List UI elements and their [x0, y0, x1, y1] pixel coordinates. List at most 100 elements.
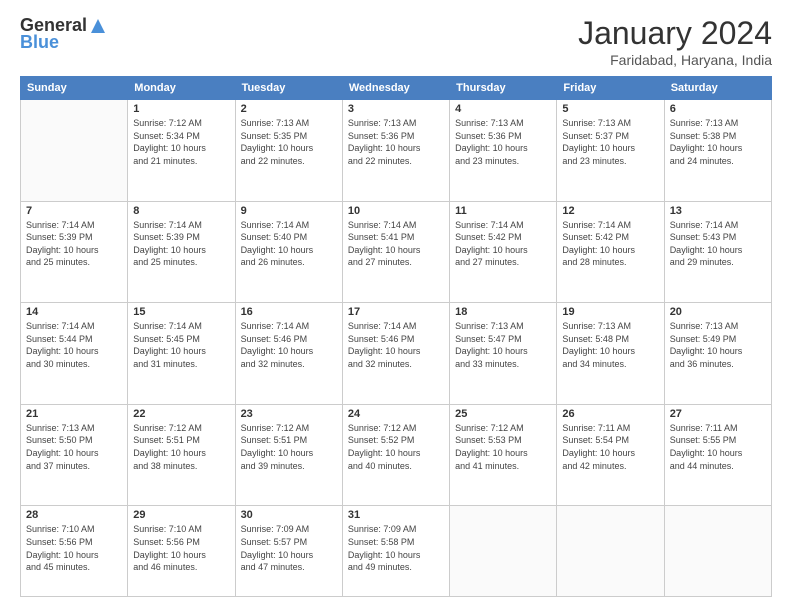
day-info: Sunrise: 7:13 AM Sunset: 5:38 PM Daylight:… — [670, 117, 766, 167]
day-number: 11 — [455, 205, 551, 217]
table-row: 16 Sunrise: 7:14 AMSunset: 5:46 PMDayligh… — [235, 303, 342, 405]
sunset-text: Sunset: 5:44 PM — [26, 334, 93, 344]
day-number: 5 — [562, 103, 658, 115]
day-info: Sunrise: 7:09 AMSunset: 5:57 PMDaylight:… — [241, 523, 337, 573]
logo: General Blue — [20, 15, 107, 53]
day-info: Sunrise: 7:12 AM Sunset: 5:34 PM Daylight:… — [133, 117, 229, 167]
table-row: 25Sunrise: 7:12 AMSunset: 5:53 PMDayligh… — [450, 404, 557, 506]
day-info: Sunrise: 7:14 AMSunset: 5:46 PMDaylight:… — [241, 320, 337, 370]
day-info: Sunrise: 7:13 AMSunset: 5:37 PMDaylight:… — [562, 117, 658, 167]
day-info: Sunrise: 7:14 AMSunset: 5:42 PMDaylight:… — [455, 219, 551, 269]
sunrise-text: Sunrise: 7:12 AM — [133, 423, 202, 433]
daylight-text-cont: and 21 minutes. — [133, 156, 197, 166]
day-info: Sunrise: 7:13 AMSunset: 5:47 PMDaylight:… — [455, 320, 551, 370]
daylight-text-cont: and 23 minutes. — [455, 156, 519, 166]
daylight-text-cont: and 46 minutes. — [133, 562, 197, 572]
day-number: 21 — [26, 408, 122, 420]
table-row: 5 Sunrise: 7:13 AMSunset: 5:37 PMDaylight… — [557, 100, 664, 202]
table-row: 30Sunrise: 7:09 AMSunset: 5:57 PMDayligh… — [235, 506, 342, 597]
daylight-text: Daylight: 10 hours — [455, 245, 528, 255]
table-row: 12Sunrise: 7:14 AMSunset: 5:42 PMDayligh… — [557, 201, 664, 303]
sunrise-text: Sunrise: 7:14 AM — [670, 220, 739, 230]
daylight-text-cont: and 32 minutes. — [348, 359, 412, 369]
daylight-text-cont: and 45 minutes. — [26, 562, 90, 572]
daylight-text: Daylight: 10 hours — [348, 245, 421, 255]
daylight-text: Daylight: 10 hours — [670, 448, 743, 458]
day-number: 14 — [26, 306, 122, 318]
day-number: 27 — [670, 408, 766, 420]
table-row: 1Sunrise: 7:12 AMSunset: 5:34 PMDaylight… — [128, 100, 235, 202]
daylight-text-cont: and 25 minutes. — [26, 257, 90, 267]
table-row: 6Sunrise: 7:13 AMSunset: 5:38 PMDaylight… — [664, 100, 771, 202]
table-row: 18 Sunrise: 7:13 AMSunset: 5:47 PMDayligh… — [450, 303, 557, 405]
sunrise-text: Sunrise: 7:12 AM — [348, 423, 417, 433]
sunset-text: Sunset: 5:51 PM — [241, 435, 308, 445]
daylight-text-cont: and 36 minutes. — [670, 359, 734, 369]
sunset-text: Sunset: 5:34 PM — [133, 131, 200, 141]
sunset-text: Sunset: 5:53 PM — [455, 435, 522, 445]
daylight-text-cont: and 41 minutes. — [455, 461, 519, 471]
day-info: Sunrise: 7:11 AMSunset: 5:55 PMDaylight:… — [670, 422, 766, 472]
sunrise-text: Sunrise: 7:12 AM — [133, 118, 202, 128]
table-row — [21, 100, 128, 202]
daylight-text-cont: and 31 minutes. — [133, 359, 197, 369]
logo-icon — [89, 17, 107, 35]
table-row: 21Sunrise: 7:13 AMSunset: 5:50 PMDayligh… — [21, 404, 128, 506]
sunset-text: Sunset: 5:56 PM — [26, 537, 93, 547]
day-number: 10 — [348, 205, 444, 217]
sunset-text: Sunset: 5:50 PM — [26, 435, 93, 445]
sunrise-text: Sunrise: 7:14 AM — [455, 220, 524, 230]
day-number: 20 — [670, 306, 766, 318]
daylight-text: Daylight: 10 hours — [133, 143, 206, 153]
daylight-text-cont: and 49 minutes. — [348, 562, 412, 572]
header-friday: Friday — [557, 77, 664, 100]
day-number: 3 — [348, 103, 444, 115]
table-row — [450, 506, 557, 597]
daylight-text: Daylight: 10 hours — [348, 448, 421, 458]
table-row: 23Sunrise: 7:12 AMSunset: 5:51 PMDayligh… — [235, 404, 342, 506]
table-row — [664, 506, 771, 597]
daylight-text-cont: and 28 minutes. — [562, 257, 626, 267]
day-info: Sunrise: 7:12 AMSunset: 5:53 PMDaylight:… — [455, 422, 551, 472]
sunset-text: Sunset: 5:40 PM — [241, 232, 308, 242]
table-row: 4Sunrise: 7:13 AMSunset: 5:36 PMDaylight… — [450, 100, 557, 202]
calendar-table: Sunday Monday Tuesday Wednesday Thursday… — [20, 76, 772, 597]
sunset-text: Sunset: 5:39 PM — [26, 232, 93, 242]
day-number: 29 — [133, 509, 229, 521]
sunset-text: Sunset: 5:38 PM — [670, 131, 737, 141]
day-number: 12 — [562, 205, 658, 217]
sunrise-text: Sunrise: 7:13 AM — [562, 118, 631, 128]
day-number: 23 — [241, 408, 337, 420]
sunrise-text: Sunrise: 7:10 AM — [133, 524, 202, 534]
page: General Blue January 2024 Faridabad, Har… — [0, 0, 792, 612]
day-number: 16 — [241, 306, 337, 318]
day-info: Sunrise: 7:11 AMSunset: 5:54 PMDaylight:… — [562, 422, 658, 472]
sunrise-text: Sunrise: 7:13 AM — [670, 118, 739, 128]
daylight-text-cont: and 30 minutes. — [26, 359, 90, 369]
sunrise-text: Sunrise: 7:13 AM — [26, 423, 95, 433]
sunset-text: Sunset: 5:35 PM — [241, 131, 308, 141]
header-wednesday: Wednesday — [342, 77, 449, 100]
table-row: 20Sunrise: 7:13 AMSunset: 5:49 PMDayligh… — [664, 303, 771, 405]
daylight-text: Daylight: 10 hours — [670, 143, 743, 153]
table-row: 9Sunrise: 7:14 AMSunset: 5:40 PMDaylight… — [235, 201, 342, 303]
daylight-text: Daylight: 10 hours — [562, 346, 635, 356]
day-info: Sunrise: 7:09 AMSunset: 5:58 PMDaylight:… — [348, 523, 444, 573]
daylight-text: Daylight: 10 hours — [26, 346, 99, 356]
daylight-text: Daylight: 10 hours — [133, 245, 206, 255]
sunset-text: Sunset: 5:56 PM — [133, 537, 200, 547]
sunset-text: Sunset: 5:48 PM — [562, 334, 629, 344]
sunset-text: Sunset: 5:57 PM — [241, 537, 308, 547]
day-number: 2 — [241, 103, 337, 115]
sunrise-text: Sunrise: 7:09 AM — [241, 524, 310, 534]
sunset-text: Sunset: 5:55 PM — [670, 435, 737, 445]
header-saturday: Saturday — [664, 77, 771, 100]
sunrise-text: Sunrise: 7:14 AM — [26, 220, 95, 230]
day-number: 18 — [455, 306, 551, 318]
table-row: 3Sunrise: 7:13 AMSunset: 5:36 PMDaylight… — [342, 100, 449, 202]
sunrise-text: Sunrise: 7:14 AM — [241, 321, 310, 331]
sunrise-text: Sunrise: 7:14 AM — [241, 220, 310, 230]
sunset-text: Sunset: 5:36 PM — [348, 131, 415, 141]
daylight-text-cont: and 38 minutes. — [133, 461, 197, 471]
header: General Blue January 2024 Faridabad, Har… — [20, 15, 772, 68]
